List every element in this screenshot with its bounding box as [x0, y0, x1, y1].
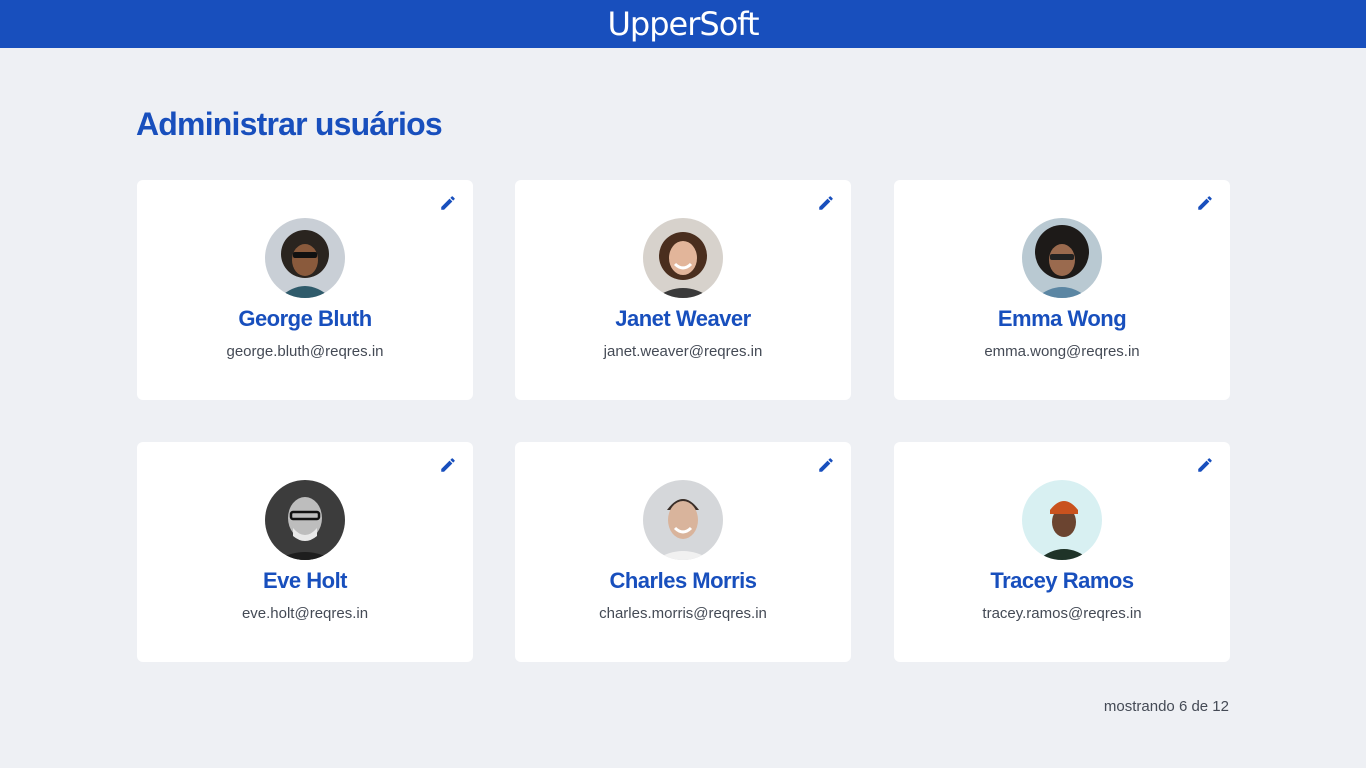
- user-name: George Bluth: [238, 306, 372, 331]
- edit-user-button[interactable]: [1194, 454, 1216, 476]
- page-title: Administrar usuários: [136, 106, 443, 142]
- user-name: Janet Weaver: [615, 306, 751, 331]
- user-card[interactable]: Charles Morris charles.morris@reqres.in: [515, 442, 851, 662]
- user-name: Emma Wong: [997, 306, 1127, 331]
- user-email: janet.weaver@reqres.in: [603, 343, 763, 360]
- avatar: [265, 480, 345, 560]
- user-card[interactable]: Eve Holt eve.holt@reqres.in: [137, 442, 473, 662]
- pencil-icon: [1198, 458, 1212, 472]
- edit-user-button[interactable]: [815, 454, 837, 476]
- user-card[interactable]: George Bluth george.bluth@reqres.in: [137, 180, 473, 400]
- edit-user-button[interactable]: [437, 192, 459, 214]
- avatar: [643, 218, 723, 298]
- pencil-icon: [1198, 196, 1212, 210]
- user-email: eve.holt@reqres.in: [241, 605, 369, 622]
- user-card[interactable]: Janet Weaver janet.weaver@reqres.in: [515, 180, 851, 400]
- avatar: [643, 480, 723, 560]
- user-email: george.bluth@reqres.in: [226, 343, 384, 360]
- top-bar: UpperSoft: [0, 0, 1366, 48]
- edit-user-button[interactable]: [1194, 192, 1216, 214]
- edit-user-button[interactable]: [437, 454, 459, 476]
- avatar: [1022, 218, 1102, 298]
- pencil-icon: [441, 458, 455, 472]
- user-card[interactable]: Tracey Ramos tracey.ramos@reqres.in: [894, 442, 1230, 662]
- user-card[interactable]: Emma Wong emma.wong@reqres.in: [894, 180, 1230, 400]
- edit-user-button[interactable]: [815, 192, 837, 214]
- user-email: tracey.ramos@reqres.in: [982, 605, 1142, 622]
- pencil-icon: [819, 458, 833, 472]
- user-name: Eve Holt: [262, 568, 348, 593]
- pencil-icon: [819, 196, 833, 210]
- user-name: Tracey Ramos: [990, 568, 1134, 593]
- pencil-icon: [441, 196, 455, 210]
- user-name: Charles Morris: [609, 568, 757, 593]
- avatar: [265, 218, 345, 298]
- pagination-status: mostrando 6 de 12: [1103, 698, 1229, 715]
- avatar: [1022, 480, 1102, 560]
- user-email: charles.morris@reqres.in: [599, 605, 767, 622]
- uppersoft-logo[interactable]: UpperSoft: [607, 0, 759, 48]
- user-email: emma.wong@reqres.in: [984, 343, 1140, 360]
